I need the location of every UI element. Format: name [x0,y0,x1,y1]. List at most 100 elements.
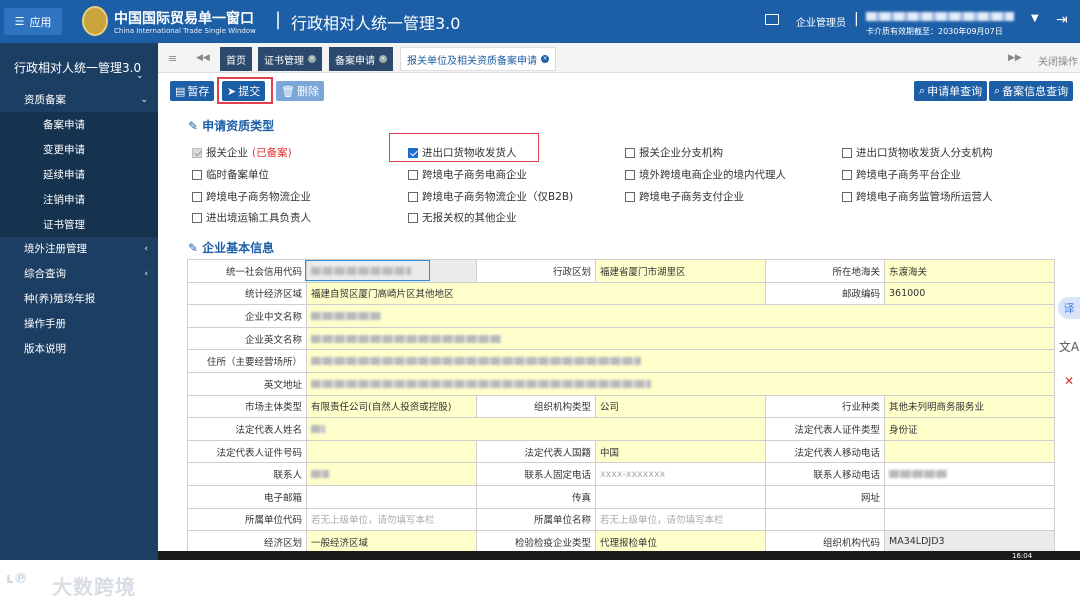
field-value[interactable] [306,349,1055,373]
table-row: 企业中文名称 [187,304,1055,328]
tab-filing-application[interactable]: 备案申请 × [329,47,393,71]
field-label: 传真 [476,484,596,509]
sidebar-item[interactable]: 延续申请 [0,162,158,187]
qualification-checkbox[interactable]: 无报关权的其他企业 [408,210,517,225]
table-row: 法定代表人姓名 法定代表人证件类型 身份证 [187,417,1055,441]
ai-translate-icon[interactable]: 文A [1058,335,1080,357]
qualification-checkbox[interactable]: 报关企业 (已备案) [192,145,292,160]
chevron-icon: ‹ [144,243,148,254]
field-value[interactable] [595,484,766,509]
checkbox-icon [408,212,418,223]
logout-icon[interactable]: ⇥ [1056,12,1068,28]
field-value[interactable] [306,371,1055,396]
tab-home[interactable]: 首页 [220,47,252,71]
sidebar-item-label: 版本说明 [24,343,66,355]
qualification-checkbox[interactable]: 跨境电子商务监管场所运营人 [842,189,993,204]
field-value[interactable]: MA34LDJD3 [884,530,1055,554]
field-value-text: 代理报检单位 [600,537,658,549]
tabs-prev-icon[interactable]: ◀◀ [196,53,210,63]
field-value[interactable]: 若无上级单位，请勿填写本栏 [306,507,477,532]
sidebar-item[interactable]: 操作手册 [0,311,158,336]
qualification-checkbox[interactable]: 跨境电子商务电商企业 [408,167,527,182]
qualification-checkbox[interactable]: 进出境运输工具负责人 [192,210,311,225]
field-value[interactable]: 福建省厦门市湖里区 [595,259,766,283]
query-record-button[interactable]: ⌕ 备案信息查询 [989,81,1074,101]
field-value[interactable] [306,417,766,441]
checkbox-icon [192,169,202,180]
qualification-checkbox[interactable]: 报关企业分支机构 [625,145,723,160]
translate-icon[interactable]: 译 [1058,297,1080,319]
user-dropdown-icon[interactable]: ▼ [1031,13,1039,24]
sidebar-item[interactable]: 变更申请 [0,137,158,162]
field-value[interactable]: xxxx-xxxxxxx [595,462,766,486]
tab-cert-management[interactable]: 证书管理 × [258,47,322,71]
field-value[interactable] [884,439,1055,464]
field-value[interactable] [884,507,1055,532]
sidebar-item[interactable]: 种(养)殖场年报 [0,286,158,311]
qualification-checkbox[interactable]: 跨境电子商务平台企业 [842,167,961,182]
app-menu-button[interactable]: ☰ 应用 [4,8,62,35]
field-value[interactable]: 若无上级单位，请勿填写本栏 [595,507,766,532]
sidebar-item[interactable]: 证书管理 [0,212,158,237]
filed-status: (已备案) [252,147,292,159]
field-value[interactable]: 代理报检单位 [595,530,766,554]
field-value[interactable] [306,304,1055,328]
tabs-menu-icon[interactable]: ≡ [168,52,177,65]
field-value[interactable] [306,462,477,486]
qualification-checkbox[interactable]: 境外跨境电商企业的境内代理人 [625,167,786,182]
field-value[interactable] [884,462,1055,486]
sidebar-item[interactable]: 综合查询 ‹ [0,261,158,286]
field-value-text: 身份证 [889,424,918,436]
qualification-checkbox[interactable]: 临时备案单位 [192,167,269,182]
query-application-button[interactable]: ⌕ 申请单查询 [914,81,988,101]
sidebar-item[interactable]: 版本说明 [0,336,158,361]
field-label: 法定代表人国籍 [476,439,596,464]
sidebar-item[interactable]: 资质备案 ⌄ [0,87,158,112]
qualification-checkbox[interactable]: 进出口货物收发货人分支机构 [842,145,993,160]
field-value[interactable]: 中国 [595,439,766,464]
field-value-text: 中国 [600,447,620,459]
user-name-redacted [866,12,1014,21]
close-operations[interactable]: 关闭操作 [1038,53,1078,68]
field-value[interactable]: 361000 [884,281,1055,306]
field-value[interactable]: 公司 [595,394,766,419]
qualification-checkbox[interactable]: 跨境电子商务物流企业 [192,189,311,204]
tab-customs-filing[interactable]: 报关单位及相关资质备案申请 × [400,47,556,71]
close-icon[interactable]: × [379,55,387,63]
field-label: 经济区划 [187,530,307,554]
collapse-icon[interactable]: ⌄ [136,71,144,81]
field-value[interactable] [306,484,477,509]
tabs-next-icon[interactable]: ▶▶ [1008,53,1022,63]
field-value[interactable] [306,326,1055,351]
sidebar-item-label: 注销申请 [43,194,85,206]
checkbox-icon [625,169,635,180]
table-row: 电子邮箱 传真 网址 [187,484,1055,509]
close-float-icon[interactable]: ✕ [1058,370,1080,392]
field-value[interactable]: 一般经济区域 [306,530,477,554]
field-value[interactable]: 东渡海关 [884,259,1055,283]
checkbox-label: 跨境电子商务电商企业 [422,169,527,181]
delete-button[interactable]: 🗑 删除 [276,81,324,101]
qualification-checkbox[interactable]: 跨境电子商务支付企业 [625,189,744,204]
cert-expiry: 卡介质有效期截至：2030年09月07日 [866,27,1003,36]
field-label: 法定代表人移动电话 [765,439,885,464]
field-value[interactable] [306,439,477,464]
redacted-value [311,334,501,343]
sidebar-item[interactable]: 注销申请 [0,187,158,212]
field-value[interactable]: 福建自贸区厦门高崎片区其他地区 [306,281,766,306]
close-icon[interactable]: × [308,55,316,63]
table-row: 经济区划 一般经济区域 检验检疫企业类型 代理报检单位 组织机构代码 MA34LDJD3 [187,530,1055,554]
field-value-text: 福建省厦门市湖里区 [600,266,686,278]
field-value[interactable]: 有限责任公司(自然人投资或控股) [306,394,477,419]
mail-icon[interactable] [765,14,779,25]
checkbox-label: 进出境运输工具负责人 [206,212,311,224]
field-label: 所属单位名称 [476,507,596,532]
save-draft-button[interactable]: ▤ 暂存 [170,81,215,101]
field-value[interactable]: 身份证 [884,417,1055,441]
sidebar-item[interactable]: 备案申请 [0,112,158,137]
qualification-checkbox[interactable]: 跨境电子商务物流企业（仅B2B) [408,189,573,204]
sidebar-item[interactable]: 境外注册管理 ‹ [0,236,158,261]
field-value[interactable]: 其他未列明商务服务业 [884,394,1055,419]
close-icon[interactable]: × [541,55,549,63]
field-value[interactable] [884,484,1055,509]
